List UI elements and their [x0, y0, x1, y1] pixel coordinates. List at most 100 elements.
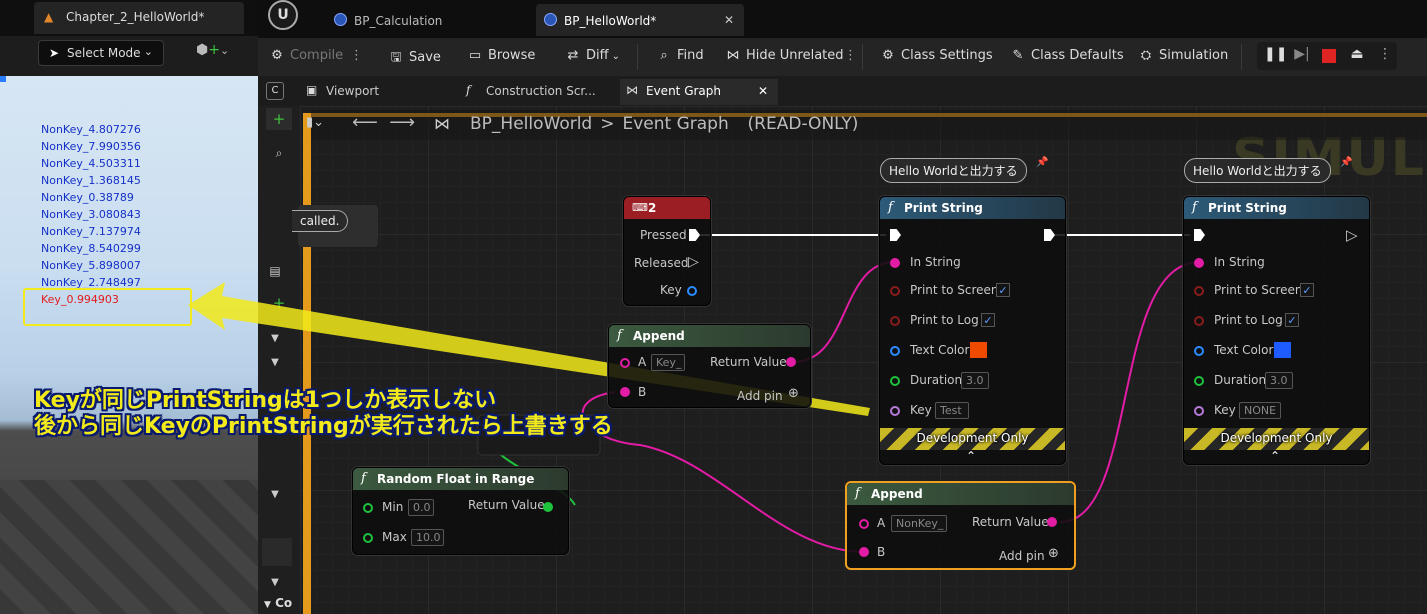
node-header: ⌨ 2 — [624, 197, 710, 219]
key-pin[interactable] — [890, 406, 900, 416]
print-to-log-label: Print to Log — [910, 313, 979, 327]
print-string-node-2[interactable]: f Print String — [1183, 196, 1370, 465]
add-pin-label: Add pin — [999, 549, 1045, 563]
print-to-screen-checkbox[interactable]: ✓ — [996, 283, 1010, 297]
string-wire — [1059, 261, 1201, 523]
node-header: f Random Float in Range — [353, 468, 568, 490]
min-value-field[interactable]: 0.0 — [408, 499, 434, 516]
add-pin-label: Add pin — [737, 389, 783, 403]
a-value-field[interactable]: Key_ — [651, 354, 685, 371]
print-string-node-1[interactable]: f Print String — [879, 196, 1066, 465]
b-input-pin[interactable] — [859, 547, 869, 557]
comment-bubble: Hello Worldと出力する — [880, 158, 1027, 183]
key-field[interactable]: NONE — [1239, 402, 1281, 419]
text-color-label: Text Color — [910, 343, 970, 357]
in-string-pin[interactable] — [890, 258, 900, 268]
add-pin-icon[interactable]: ⊕ — [788, 386, 799, 401]
annotation-line-1: Keyが同じPrintStringは1つしか表示しない — [34, 388, 497, 413]
development-only-banner: Development Only — [1184, 428, 1369, 450]
key-pin-label: Key — [660, 283, 682, 297]
expand-chevron-icon[interactable]: ⌃ — [1270, 449, 1280, 463]
node-header: f Print String — [880, 197, 1065, 219]
annotation-text: Keyが同じPrintStringは1つしか表示しない 後から同じKeyのPri… — [34, 388, 613, 440]
text-color-swatch[interactable] — [970, 342, 987, 358]
b-pin-label: B — [877, 545, 886, 559]
text-color-label: Text Color — [1214, 343, 1274, 357]
key-label: Key — [1214, 403, 1236, 417]
development-only-label: Development Only — [1220, 431, 1333, 445]
key-pin[interactable] — [687, 286, 697, 296]
print-to-log-checkbox[interactable]: ✓ — [981, 313, 995, 327]
key-pin[interactable] — [1194, 406, 1204, 416]
print-to-screen-pin[interactable] — [1194, 286, 1204, 296]
return-value-label: Return Value — [972, 515, 1049, 529]
b-pin-label: B — [638, 385, 647, 399]
print-to-log-pin[interactable] — [1194, 316, 1204, 326]
development-only-banner: Development Only — [880, 428, 1065, 450]
keyboard-icon: ⌨ — [632, 201, 648, 214]
a-pin-label: A — [638, 355, 647, 369]
return-value-pin[interactable] — [543, 502, 553, 512]
annotation-line-2: 後から同じKeyのPrintStringが実行されたら上書きする — [34, 414, 613, 439]
in-string-pin[interactable] — [1194, 258, 1204, 268]
string-wire — [581, 391, 866, 553]
max-pin-label: Max — [382, 530, 407, 544]
development-only-label: Development Only — [916, 431, 1029, 445]
exec-out-pin[interactable]: ▷ — [1346, 226, 1358, 244]
node-header: f Append — [609, 325, 810, 347]
max-value-field[interactable]: 10.0 — [411, 529, 444, 546]
a-input-pin[interactable] — [859, 519, 869, 529]
comment-bubble: Hello Worldと出力する — [1184, 158, 1331, 183]
print-to-screen-pin[interactable] — [890, 286, 900, 296]
print-to-screen-label: Print to Screen — [1214, 283, 1303, 297]
function-icon: f — [361, 471, 366, 486]
return-value-label: Return Value — [710, 355, 787, 369]
key-label: Key — [910, 403, 932, 417]
add-pin-icon[interactable]: ⊕ — [1048, 546, 1059, 561]
released-exec-pin[interactable]: ▷ — [688, 254, 699, 270]
node-title: Print String — [1208, 201, 1287, 215]
duration-label: Duration — [1214, 373, 1267, 387]
b-input-pin[interactable] — [620, 387, 630, 397]
in-string-label: In String — [910, 255, 961, 269]
node-title: Print String — [904, 201, 983, 215]
a-pin-label: A — [877, 516, 886, 530]
node-title: Append — [633, 329, 685, 343]
function-icon: f — [1192, 200, 1197, 215]
node-title: Random Float in Range — [377, 472, 535, 486]
expand-chevron-icon[interactable]: ⌃ — [966, 449, 976, 463]
node-header: f Append — [847, 483, 1074, 505]
duration-field[interactable]: 3.0 — [961, 372, 989, 389]
return-value-pin[interactable] — [1047, 517, 1057, 527]
print-to-screen-checkbox[interactable]: ✓ — [1300, 283, 1314, 297]
print-to-log-pin[interactable] — [890, 316, 900, 326]
pin-comment-icon[interactable]: 📌 — [1340, 157, 1352, 168]
pin-comment-icon[interactable]: 📌 — [1036, 157, 1048, 168]
function-icon: f — [617, 328, 622, 343]
text-color-swatch[interactable] — [1274, 342, 1291, 358]
text-color-pin[interactable] — [1194, 346, 1204, 356]
node-title: 2 — [648, 201, 657, 215]
key-field[interactable]: Test — [935, 402, 969, 419]
duration-pin[interactable] — [890, 376, 900, 386]
in-string-label: In String — [1214, 255, 1265, 269]
text-color-pin[interactable] — [890, 346, 900, 356]
duration-pin[interactable] — [1194, 376, 1204, 386]
print-to-log-checkbox[interactable]: ✓ — [1285, 313, 1299, 327]
duration-label: Duration — [910, 373, 963, 387]
function-icon: f — [855, 486, 860, 501]
print-to-log-label: Print to Log — [1214, 313, 1283, 327]
comment-text: Hello Worldと出力する — [1193, 164, 1322, 178]
print-to-screen-label: Print to Screen — [910, 283, 999, 297]
pressed-pin-label: Pressed — [640, 228, 687, 242]
comment-text: Hello Worldと出力する — [889, 164, 1018, 178]
a-value-field[interactable]: NonKey_ — [891, 515, 947, 532]
return-value-pin[interactable] — [786, 357, 796, 367]
min-pin-label: Min — [382, 500, 404, 514]
released-pin-label: Released — [634, 256, 689, 270]
max-pin[interactable] — [363, 533, 373, 543]
min-pin[interactable] — [363, 503, 373, 513]
node-title: Append — [871, 487, 923, 501]
duration-field[interactable]: 3.0 — [1265, 372, 1293, 389]
a-input-pin[interactable] — [620, 358, 630, 368]
